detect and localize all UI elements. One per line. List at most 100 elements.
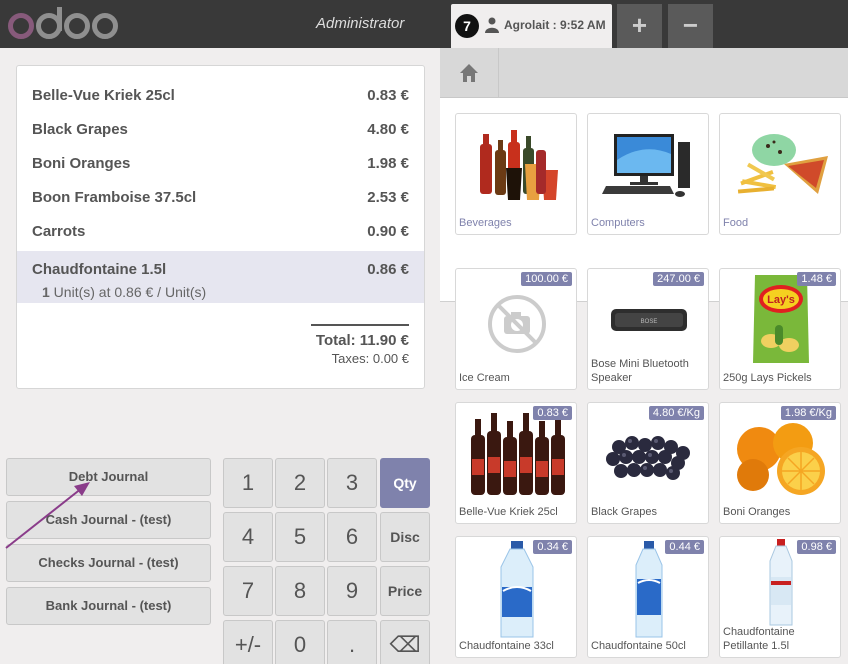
product-name: Ice Cream: [459, 372, 510, 384]
beverages-image: [480, 130, 558, 200]
order-tab[interactable]: 7 Agrolait : 9:52 AM: [451, 4, 612, 48]
product-price: 247.00 €: [653, 272, 704, 286]
orderline-name: Chaudfontaine 1.5l: [32, 261, 167, 278]
orderline[interactable]: Belle-Vue Kriek 25cl 0.83 €: [17, 77, 424, 111]
orderline-unit-info: Unit(s) at 0.86 € / Unit(s): [49, 284, 207, 300]
water-bottle-image: [500, 541, 534, 638]
numpad-key-plusminus[interactable]: +/-: [223, 620, 273, 664]
category-name: Beverages: [459, 217, 512, 229]
orderline-price: 2.53 €: [367, 189, 409, 206]
numpad-key-0[interactable]: 0: [275, 620, 325, 664]
product-price: 0.34 €: [533, 540, 572, 554]
order-panel: Belle-Vue Kriek 25cl 0.83 € Black Grapes…: [16, 65, 425, 389]
orderline[interactable]: Black Grapes 4.80 €: [17, 111, 424, 145]
home-button[interactable]: [440, 48, 499, 97]
order-total: Total: 11.90 €: [315, 332, 409, 349]
numpad-key-5[interactable]: 5: [275, 512, 325, 562]
numpad-key-1[interactable]: 1: [223, 458, 273, 508]
orderline-price: 4.80 €: [367, 121, 409, 138]
home-icon: [460, 64, 478, 82]
product-price: 0.83 €: [533, 406, 572, 420]
orderline-price: 1.98 €: [367, 155, 409, 172]
mode-disc-button[interactable]: Disc: [380, 512, 430, 562]
product-name: Boni Oranges: [723, 506, 791, 518]
svg-text:Lay's: Lay's: [767, 294, 795, 306]
product-black-grapes[interactable]: 4.80 €/Kg Black Grapes: [587, 402, 709, 524]
product-name: Chaudfontaine 50cl: [591, 640, 686, 652]
product-name: 250g Lays Pickels: [723, 372, 812, 384]
category-name: Food: [723, 217, 749, 229]
product-name: Belle-Vue Kriek 25cl: [459, 506, 558, 518]
numpad-key-2[interactable]: 2: [275, 458, 325, 508]
product-name: Chaudfontaine Petillante 1.5l: [723, 626, 795, 652]
order-number-badge: 7: [455, 14, 479, 38]
backspace-icon[interactable]: ⌫: [380, 620, 430, 664]
orderline-name: Belle-Vue Kriek 25cl: [32, 87, 175, 104]
svg-text:BOSE: BOSE: [641, 319, 658, 325]
user-icon: [485, 17, 499, 33]
orderline-info: 1 Unit(s) at 0.86 € / Unit(s): [42, 284, 206, 300]
grapes-image: [606, 436, 690, 480]
orderline-name: Boon Framboise 37.5cl: [32, 189, 197, 206]
orderline-price: 0.83 €: [367, 87, 409, 104]
no-image-icon: [488, 295, 546, 353]
product-chaudfontaine-petillante[interactable]: 0.98 € Chaudfontaine Petillante 1.5l: [719, 536, 841, 658]
orderline[interactable]: Boon Framboise 37.5cl 2.53 €: [17, 179, 424, 213]
annotation-arrow: [5, 482, 90, 549]
category-name: Computers: [591, 217, 645, 229]
numpad-key-3[interactable]: 3: [327, 458, 377, 508]
product-name: Chaudfontaine 33cl: [459, 640, 554, 652]
product-lays-pickels[interactable]: 1.48 € Lay's 250g Lays Pickels: [719, 268, 841, 390]
order-label: Agrolait : 9:52 AM: [504, 18, 606, 32]
mode-price-button[interactable]: Price: [380, 566, 430, 616]
product-price: 100.00 €: [521, 272, 572, 286]
product-name: Black Grapes: [591, 506, 658, 518]
computers-image: [602, 134, 690, 197]
numpad-key-8[interactable]: 8: [275, 566, 325, 616]
product-ice-cream[interactable]: 100.00 € Ice Cream: [455, 268, 577, 390]
speaker-image: BOSE: [611, 309, 687, 331]
product-screen: Beverages Computers Food 100.00 € Ice Cr…: [440, 48, 848, 664]
orderline-selected[interactable]: Chaudfontaine 1.5l 0.86 € 1 Unit(s) at 0…: [17, 251, 424, 303]
product-boni-oranges[interactable]: 1.98 €/Kg Boni Oranges: [719, 402, 841, 524]
category-computers[interactable]: Computers: [587, 113, 709, 235]
orderline[interactable]: Carrots 0.90 €: [17, 213, 424, 247]
food-image: [737, 134, 828, 194]
order-taxes: Taxes: 0.00 €: [331, 351, 409, 366]
numpad-key-dot[interactable]: .: [327, 620, 377, 664]
orderline-name: Black Grapes: [32, 121, 128, 138]
numpad-key-7[interactable]: 7: [223, 566, 273, 616]
product-name: Bose Mini Bluetooth Speaker: [591, 358, 689, 384]
orderline-name: Boni Oranges: [32, 155, 131, 172]
orderline-name: Carrots: [32, 223, 86, 240]
kriek-bottles-image: [471, 413, 565, 495]
oranges-image: [737, 423, 825, 495]
product-chaudfontaine-50cl[interactable]: 0.44 € Chaudfontaine 50cl: [587, 536, 709, 658]
numpad-key-4[interactable]: 4: [223, 512, 273, 562]
product-price: 0.44 €: [665, 540, 704, 554]
product-price: 4.80 €/Kg: [648, 406, 704, 420]
orderline-qty: 1: [42, 284, 50, 300]
breadcrumb: [440, 48, 848, 98]
product-price: 1.98 €/Kg: [780, 406, 836, 420]
top-bar: Administrator 7 Agrolait : 9:52 AM + −: [0, 0, 848, 48]
numpad-key-9[interactable]: 9: [327, 566, 377, 616]
delete-order-button[interactable]: −: [668, 4, 713, 48]
orderline-price: 0.90 €: [367, 223, 409, 240]
numpad-key-6[interactable]: 6: [327, 512, 377, 562]
orderline[interactable]: Boni Oranges 1.98 €: [17, 145, 424, 179]
category-food[interactable]: Food: [719, 113, 841, 235]
orderline-price: 0.86 €: [367, 261, 409, 278]
product-bose-speaker[interactable]: 247.00 € BOSE Bose Mini Bluetooth Speake…: [587, 268, 709, 390]
product-price: 1.48 €: [797, 272, 836, 286]
mode-qty-button[interactable]: Qty: [380, 458, 430, 508]
username: Administrator: [316, 15, 405, 32]
category-beverages[interactable]: Beverages: [455, 113, 577, 235]
sparkling-water-bottle-image: [769, 539, 793, 626]
new-order-button[interactable]: +: [617, 4, 662, 48]
product-belle-vue-kriek[interactable]: 0.83 € Belle-Vue Kriek 25cl: [455, 402, 577, 524]
product-price: 0.98 €: [797, 540, 836, 554]
product-chaudfontaine-33cl[interactable]: 0.34 € Chaudfontaine 33cl: [455, 536, 577, 658]
payment-bank-journal-button[interactable]: Bank Journal - (test): [6, 587, 211, 625]
water-bottle-image: [635, 541, 663, 638]
